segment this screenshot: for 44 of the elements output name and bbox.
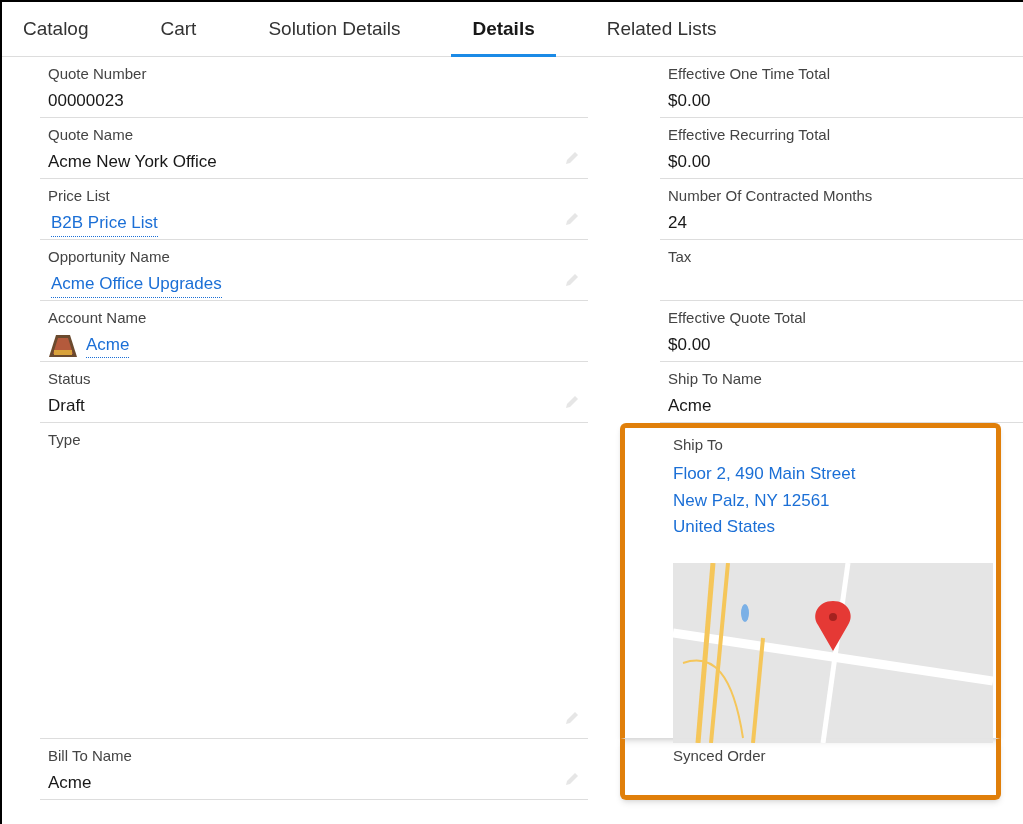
link[interactable]: Acme Office Upgrades	[51, 271, 222, 298]
field-value: $0.00	[668, 151, 711, 173]
field-value: $0.00	[668, 334, 711, 356]
map-drawing[interactable]	[673, 562, 993, 743]
tab[interactable]: Catalog	[2, 2, 110, 57]
link[interactable]: Acme	[86, 333, 130, 358]
edit-icon[interactable]	[564, 211, 580, 227]
field-label: Bill To Name	[48, 746, 132, 766]
edit-icon[interactable]	[564, 394, 580, 410]
field-value: Acme	[48, 772, 92, 794]
edit-icon[interactable]	[564, 150, 580, 166]
field-label: Number Of Contracted Months	[668, 186, 873, 206]
field-label: Effective Recurring Total	[668, 125, 831, 145]
field-label: Ship To	[673, 435, 723, 455]
field-value: Acme New York Office	[48, 151, 217, 173]
field-label: Status	[48, 369, 91, 389]
logo-icon	[48, 333, 78, 358]
tab[interactable]: Related Lists	[585, 2, 738, 57]
field-label: Quote Number	[48, 64, 147, 84]
field-value: 00000023	[48, 90, 124, 112]
field-value: Acme	[668, 395, 712, 417]
field-label: Effective Quote Total	[668, 308, 806, 328]
field-value: 24	[668, 212, 687, 234]
field-label: Tax	[668, 247, 692, 267]
edit-icon[interactable]	[564, 771, 580, 787]
field-label: Opportunity Name	[48, 247, 170, 267]
edit-icon[interactable]	[564, 272, 580, 288]
field-label: Ship To Name	[668, 369, 762, 389]
field-label: Price List	[48, 186, 110, 206]
field-label: Effective One Time Total	[668, 64, 831, 84]
address-link[interactable]: New Palz, NY 12561	[673, 488, 830, 512]
link[interactable]: B2B Price List	[51, 210, 158, 237]
field-label: Account Name	[48, 308, 147, 328]
tab[interactable]: Cart	[139, 2, 218, 57]
tab[interactable]: Solution Details	[247, 2, 422, 57]
field-label: Synced Order	[673, 746, 766, 766]
field-value: $0.00	[668, 90, 711, 112]
field-label: Quote Name	[48, 125, 134, 145]
address-link[interactable]: Floor 2, 490 Main Street	[673, 462, 856, 486]
tab[interactable]: Details	[451, 2, 556, 57]
edit-icon[interactable]	[564, 710, 580, 726]
field-label: Type	[48, 430, 81, 450]
address-link[interactable]: United States	[673, 515, 776, 539]
field-value: Draft	[48, 395, 85, 417]
